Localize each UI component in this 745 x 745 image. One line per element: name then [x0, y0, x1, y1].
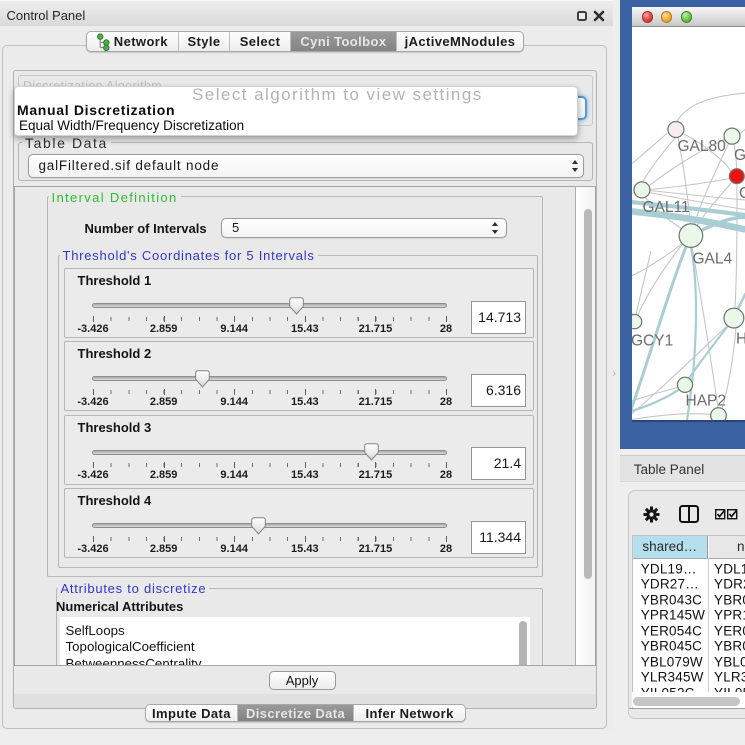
- svg-text:GAL4: GAL4: [692, 251, 732, 268]
- svg-text:CY: CY: [739, 185, 745, 202]
- svg-text:GA: GA: [734, 147, 745, 164]
- svg-text:GAL11: GAL11: [642, 199, 689, 216]
- svg-text:H: H: [736, 331, 745, 348]
- svg-text:HAP2: HAP2: [685, 393, 726, 410]
- svg-text:GAL80: GAL80: [677, 138, 726, 155]
- svg-text:GCY1: GCY1: [632, 333, 673, 350]
